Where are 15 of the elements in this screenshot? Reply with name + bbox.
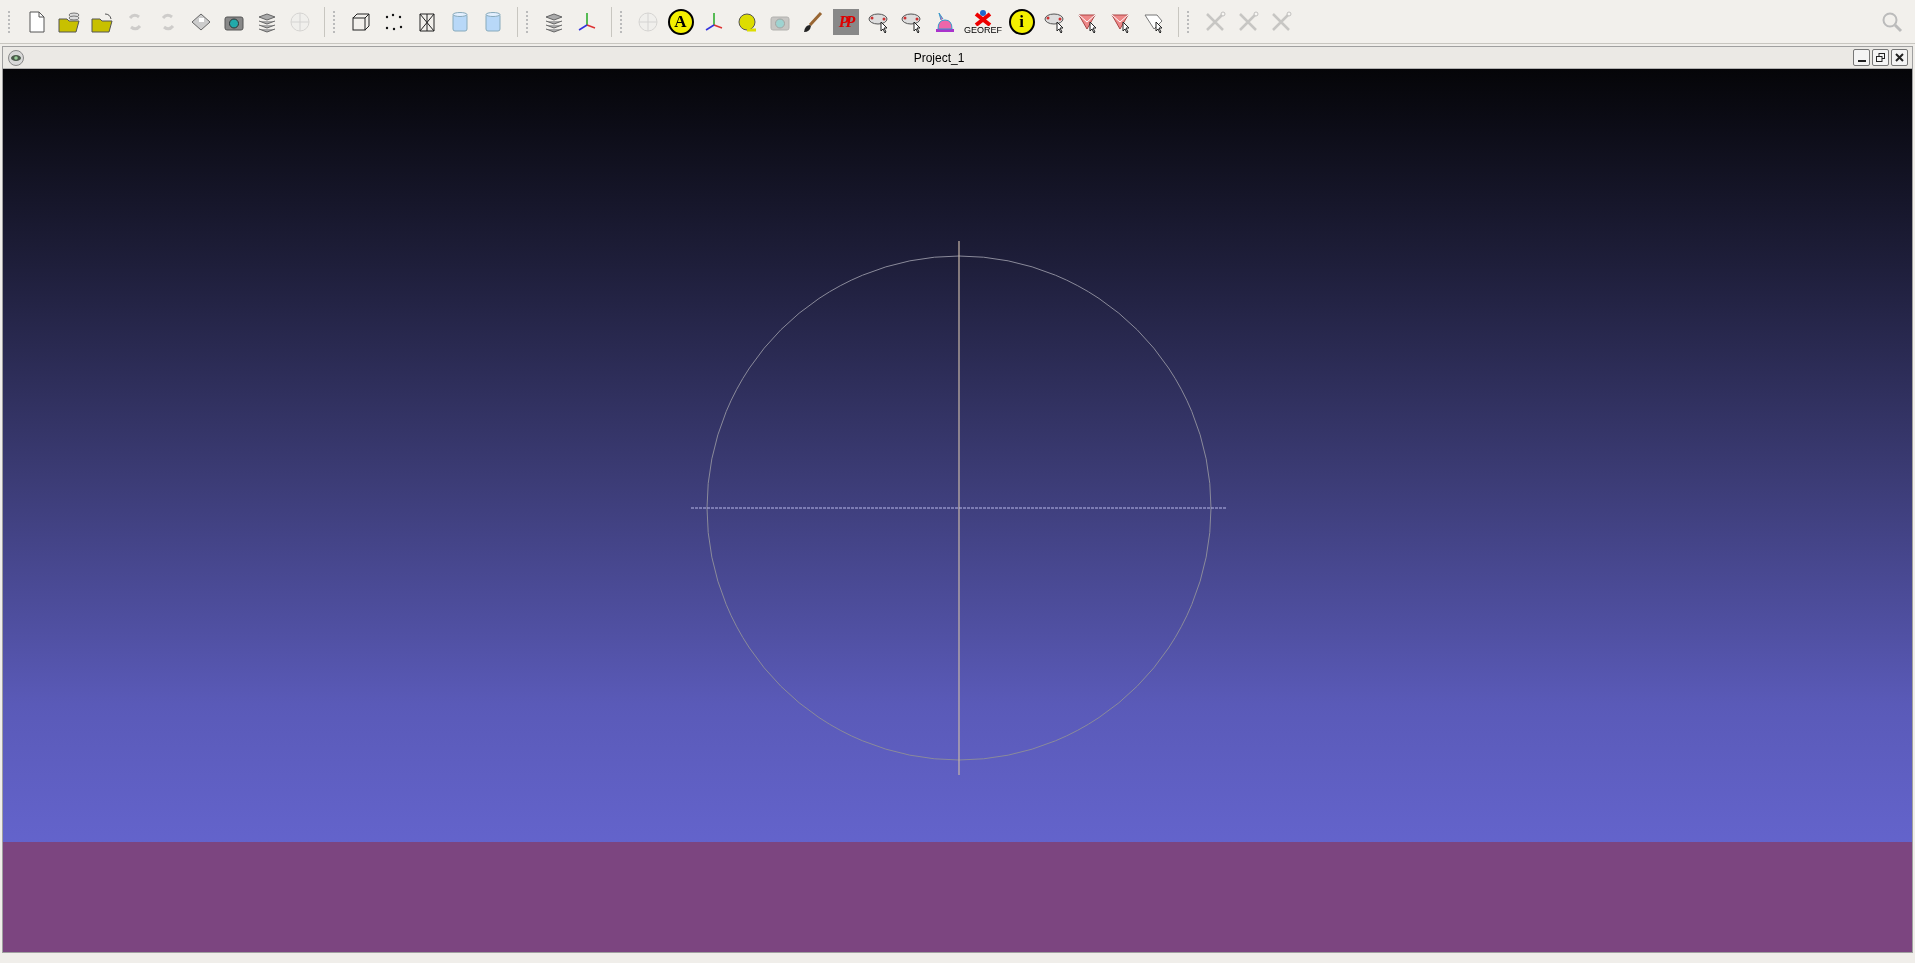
restore-icon: [1876, 53, 1885, 62]
toolbar-button[interactable]: GEOREF: [961, 5, 1005, 38]
eye-icon[interactable]: [7, 49, 25, 66]
close-icon: [1895, 53, 1904, 62]
folder-stack-icon: [56, 9, 81, 34]
search-icon: [1881, 10, 1903, 33]
minimize-button[interactable]: [1853, 49, 1870, 66]
trackball-drawing[interactable]: [690, 240, 1228, 776]
pin-cross-icon: [973, 8, 993, 26]
close-button[interactable]: [1891, 49, 1908, 66]
globe-icon: [635, 9, 660, 34]
restore-button[interactable]: [1872, 49, 1889, 66]
globe-icon: [287, 9, 312, 34]
window-title: Project_1: [913, 49, 965, 67]
minimize-icon: [1857, 60, 1866, 62]
